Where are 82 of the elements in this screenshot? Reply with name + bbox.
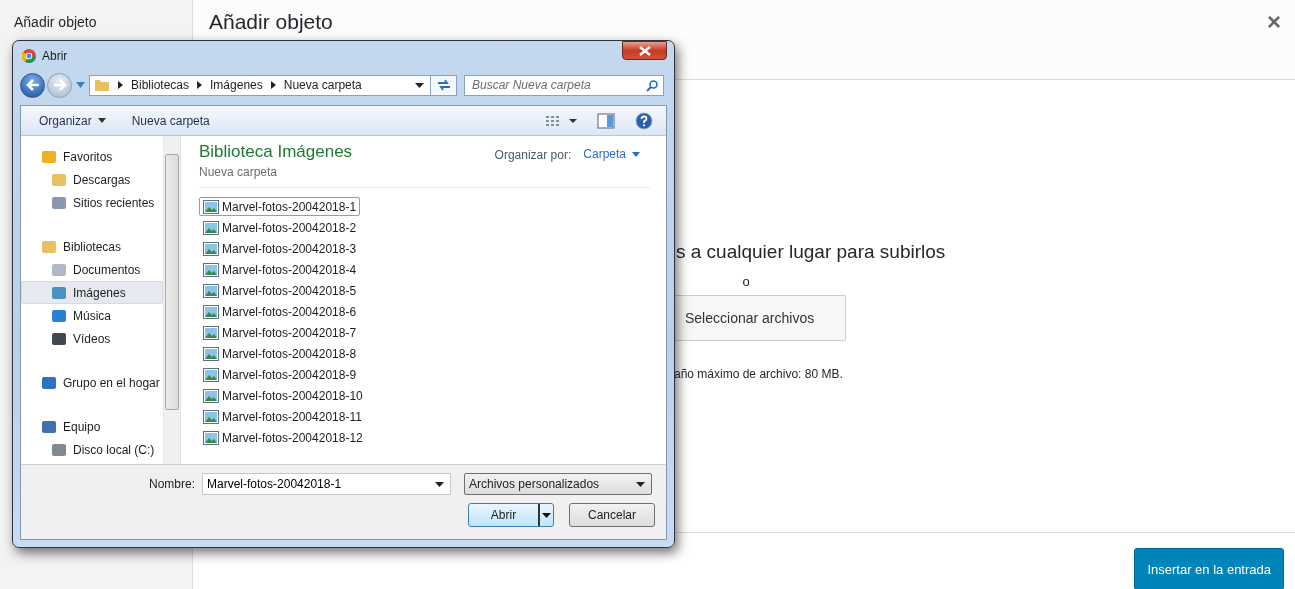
close-button[interactable] xyxy=(622,41,667,60)
dialog-title: Abrir xyxy=(42,48,69,63)
scrollbar[interactable] xyxy=(163,136,180,464)
image-file-icon xyxy=(203,283,219,298)
nav-item[interactable]: Equipo xyxy=(21,415,163,438)
caret-icon xyxy=(632,151,640,157)
nav-item[interactable]: Descargas xyxy=(21,168,163,191)
breadcrumb-arrow-icon xyxy=(270,81,276,89)
dropdown-caret-icon[interactable] xyxy=(415,82,424,88)
modal-title: Añadir objeto xyxy=(209,10,334,34)
organize-menu-button[interactable]: Organizar xyxy=(31,111,114,130)
file-item[interactable]: Marvel-fotos-20042018-9 xyxy=(199,365,361,384)
file-item[interactable]: Marvel-fotos-20042018-12 xyxy=(199,428,367,447)
refresh-icon xyxy=(435,78,452,92)
file-item[interactable]: Marvel-fotos-20042018-10 xyxy=(199,386,367,405)
caret-icon xyxy=(97,118,106,123)
cancel-button[interactable]: Cancelar xyxy=(569,503,655,527)
image-file-icon xyxy=(203,220,219,235)
library-subtitle: Nueva carpeta xyxy=(199,165,279,179)
address-bar[interactable]: Bibliotecas Imágenes Nueva carpeta xyxy=(89,74,457,96)
breadcrumb-item[interactable]: Imágenes xyxy=(210,78,263,92)
image-file-icon xyxy=(203,430,219,445)
file-item[interactable]: Marvel-fotos-20042018-8 xyxy=(199,344,361,363)
image-file-icon xyxy=(203,367,219,382)
filename-field[interactable]: Marvel-fotos-20042018-1 xyxy=(202,473,451,495)
insert-button[interactable]: Insertar en la entrada xyxy=(1134,548,1284,589)
image-file-icon xyxy=(203,388,219,403)
open-button[interactable]: Abrir xyxy=(468,503,554,527)
or-text: o xyxy=(742,274,750,289)
dropdown-caret-icon xyxy=(435,482,444,487)
view-grid-icon xyxy=(545,114,577,127)
dropdown-caret-icon xyxy=(636,481,645,487)
close-button[interactable]: × xyxy=(1267,10,1281,34)
search-field[interactable]: Buscar Nueva carpeta xyxy=(464,74,664,96)
filename-label: Nombre: xyxy=(149,477,195,491)
file-item[interactable]: Marvel-fotos-20042018-11 xyxy=(199,407,366,426)
arrange-by-label: Organizar por: xyxy=(494,148,572,162)
breadcrumb-arrow-icon xyxy=(118,81,123,89)
breadcrumb-item[interactable]: Nueva carpeta xyxy=(283,78,362,92)
library-title: Biblioteca Imágenes xyxy=(199,142,353,162)
dropdown-caret-icon xyxy=(542,512,551,518)
refresh-button[interactable] xyxy=(430,75,456,95)
image-file-icon xyxy=(203,304,219,319)
breadcrumb-item[interactable]: Bibliotecas xyxy=(131,78,190,92)
arrange-by-dropdown[interactable]: Carpeta xyxy=(577,147,650,161)
file-type-dropdown[interactable]: Archivos personalizados xyxy=(464,473,652,495)
file-item[interactable]: Marvel-fotos-20042018-6 xyxy=(199,302,361,321)
help-icon xyxy=(635,111,653,130)
nav-item[interactable]: Imágenes xyxy=(21,281,163,304)
nav-item[interactable]: Sitios recientes xyxy=(21,191,163,214)
nav-item[interactable]: Vídeos xyxy=(21,327,163,350)
nav-item[interactable]: Grupo en el hogar xyxy=(21,371,163,394)
file-item[interactable]: Marvel-fotos-20042018-1 xyxy=(199,197,361,216)
nav-item[interactable]: Disco local (C:) xyxy=(21,438,163,461)
pane-icon xyxy=(597,112,615,129)
nav-item[interactable]: Música xyxy=(21,304,163,327)
image-file-icon xyxy=(203,199,219,214)
image-file-icon xyxy=(203,346,219,361)
upload-instruction: s a cualquier lugar para subirlos xyxy=(676,240,946,264)
history-caret-icon[interactable] xyxy=(76,82,85,88)
file-item[interactable]: Marvel-fotos-20042018-5 xyxy=(199,281,361,300)
max-size-text: año máximo de archivo: 80 MB. xyxy=(674,367,844,381)
image-file-icon xyxy=(203,409,219,424)
file-item[interactable]: Marvel-fotos-20042018-3 xyxy=(199,239,361,258)
nav-item[interactable]: Documentos xyxy=(21,258,163,281)
file-item[interactable]: Marvel-fotos-20042018-7 xyxy=(199,323,361,342)
sidebar-title: Añadir objeto xyxy=(14,14,98,30)
search-icon xyxy=(646,79,658,92)
breadcrumb-arrow-icon xyxy=(197,81,203,89)
back-arrow-icon xyxy=(25,79,40,91)
close-icon xyxy=(637,45,652,56)
nav-item[interactable]: Bibliotecas xyxy=(21,235,163,258)
back-button[interactable] xyxy=(20,72,45,98)
new-folder-button[interactable]: Nueva carpeta xyxy=(123,111,218,130)
image-file-icon xyxy=(203,241,219,256)
forward-arrow-icon xyxy=(52,79,67,91)
image-file-icon xyxy=(203,262,219,277)
file-item[interactable]: Marvel-fotos-20042018-2 xyxy=(199,218,361,237)
browser-logo-icon xyxy=(22,48,36,63)
image-file-icon xyxy=(203,325,219,340)
nav-item[interactable]: Favoritos xyxy=(21,145,163,168)
file-item[interactable]: Marvel-fotos-20042018-4 xyxy=(199,260,361,279)
